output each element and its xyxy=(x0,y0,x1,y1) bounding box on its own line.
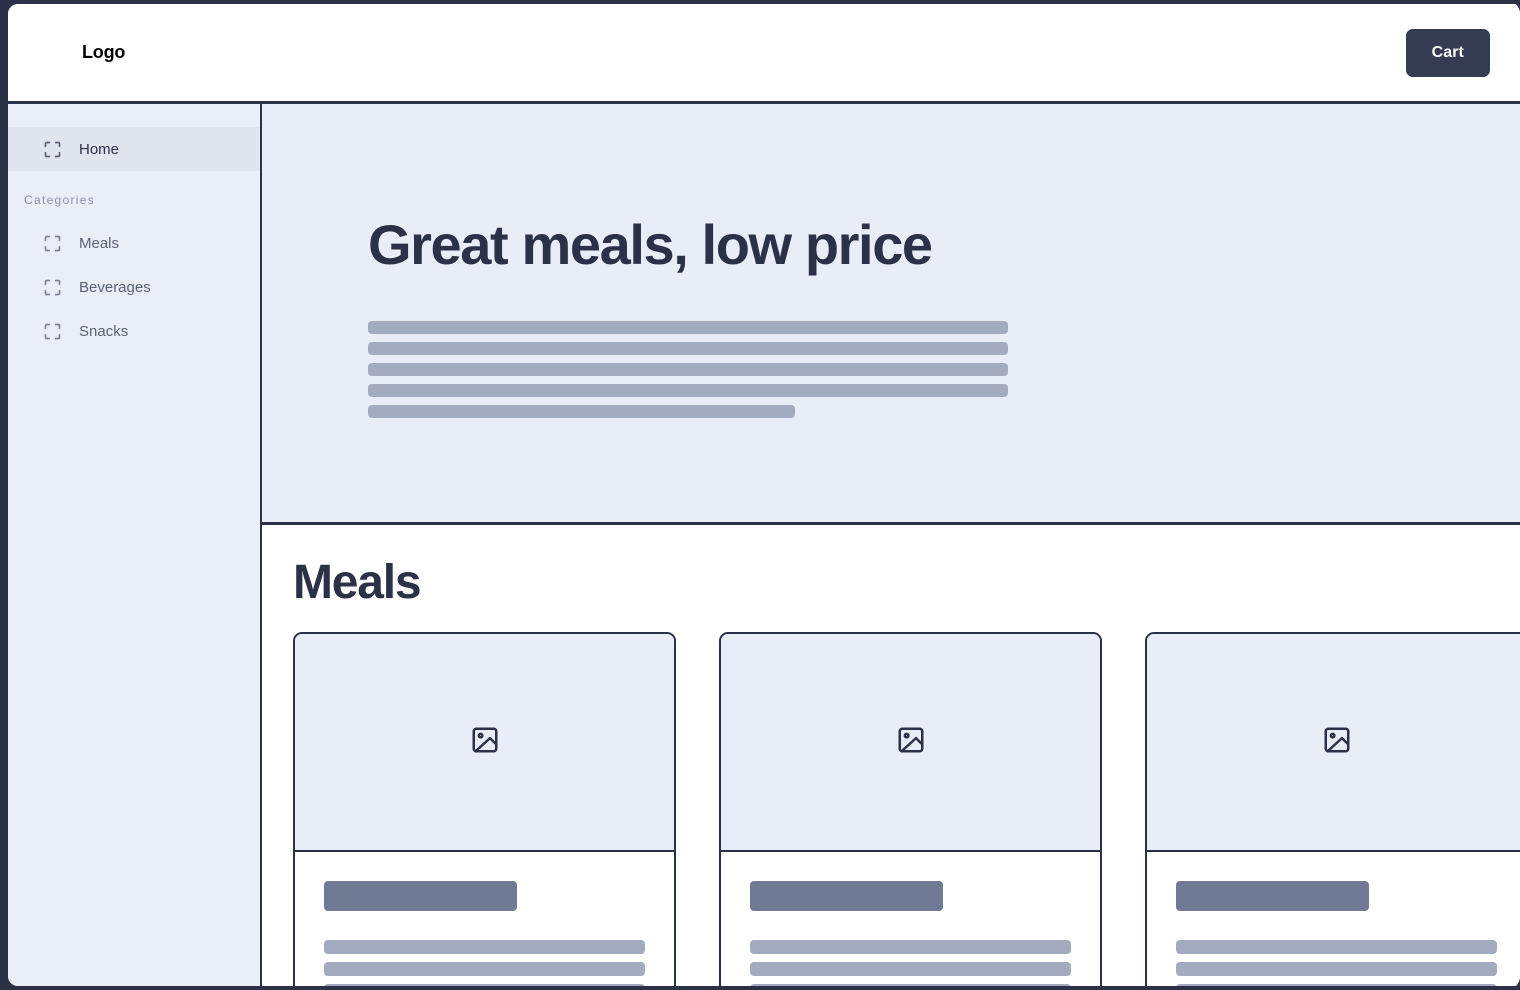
logo: Logo xyxy=(82,42,126,62)
main-content: Great meals, low price Meals xyxy=(262,104,1520,986)
hero-skeleton-text xyxy=(368,320,1520,418)
sidebar-item-snacks[interactable]: Snacks xyxy=(8,309,260,353)
hero-title: Great meals, low price xyxy=(368,213,933,276)
product-card[interactable] xyxy=(719,632,1102,986)
app-window: Logo Cart Home Categories Meals Beverage… xyxy=(8,4,1520,986)
products-section: Meals xyxy=(262,525,1520,986)
page-title: Meals xyxy=(293,556,422,609)
product-image-placeholder xyxy=(295,634,674,852)
skeleton-line xyxy=(368,362,1008,376)
product-description-skeleton xyxy=(1176,940,1497,986)
sidebar-item-label-snacks: Snacks xyxy=(79,322,129,340)
image-placeholder-icon xyxy=(470,725,500,760)
product-card-grid xyxy=(293,632,1520,986)
sidebar-section-label-categories: Categories xyxy=(24,193,96,207)
product-title-skeleton xyxy=(324,881,517,911)
product-card[interactable] xyxy=(293,632,676,986)
skeleton-line xyxy=(324,940,645,954)
product-description-skeleton xyxy=(324,940,645,986)
sidebar-item-home[interactable]: Home xyxy=(8,127,260,171)
skeleton-line xyxy=(324,962,645,976)
frame-icon xyxy=(44,235,61,252)
product-title-skeleton xyxy=(1176,881,1369,911)
product-image-placeholder xyxy=(1147,634,1520,852)
body-split: Home Categories Meals Beverages Snacks G… xyxy=(8,104,1520,986)
skeleton-line xyxy=(1176,940,1497,954)
skeleton-line xyxy=(368,383,1008,397)
frame-icon xyxy=(44,323,61,340)
skeleton-line xyxy=(368,404,795,418)
skeleton-line xyxy=(750,940,1071,954)
app-outer-frame: Logo Cart Home Categories Meals Beverage… xyxy=(0,0,1520,990)
image-placeholder-icon xyxy=(896,725,926,760)
skeleton-line xyxy=(1176,962,1497,976)
skeleton-line xyxy=(324,984,645,986)
sidebar-item-label-home: Home xyxy=(79,140,120,158)
product-card[interactable] xyxy=(1145,632,1520,986)
sidebar-item-label-meals: Meals xyxy=(79,234,120,252)
app-header: Logo Cart xyxy=(8,4,1520,104)
skeleton-line xyxy=(368,320,1008,334)
sidebar-item-beverages[interactable]: Beverages xyxy=(8,265,260,309)
skeleton-line xyxy=(1176,984,1497,986)
skeleton-line xyxy=(750,984,1071,986)
product-description-skeleton xyxy=(750,940,1071,986)
product-image-placeholder xyxy=(721,634,1100,852)
product-card-body xyxy=(1147,852,1520,986)
sidebar-item-meals[interactable]: Meals xyxy=(8,221,260,265)
skeleton-line xyxy=(750,962,1071,976)
hero-section: Great meals, low price xyxy=(262,104,1520,525)
sidebar-item-label-beverages: Beverages xyxy=(79,278,151,296)
skeleton-line xyxy=(368,341,1008,355)
sidebar: Home Categories Meals Beverages Snacks xyxy=(8,104,262,986)
product-card-body xyxy=(295,852,674,986)
product-card-body xyxy=(721,852,1100,986)
cart-button[interactable]: Cart xyxy=(1405,28,1490,77)
frame-icon xyxy=(44,141,61,158)
product-title-skeleton xyxy=(750,881,943,911)
image-placeholder-icon xyxy=(1322,725,1352,760)
frame-icon xyxy=(44,279,61,296)
